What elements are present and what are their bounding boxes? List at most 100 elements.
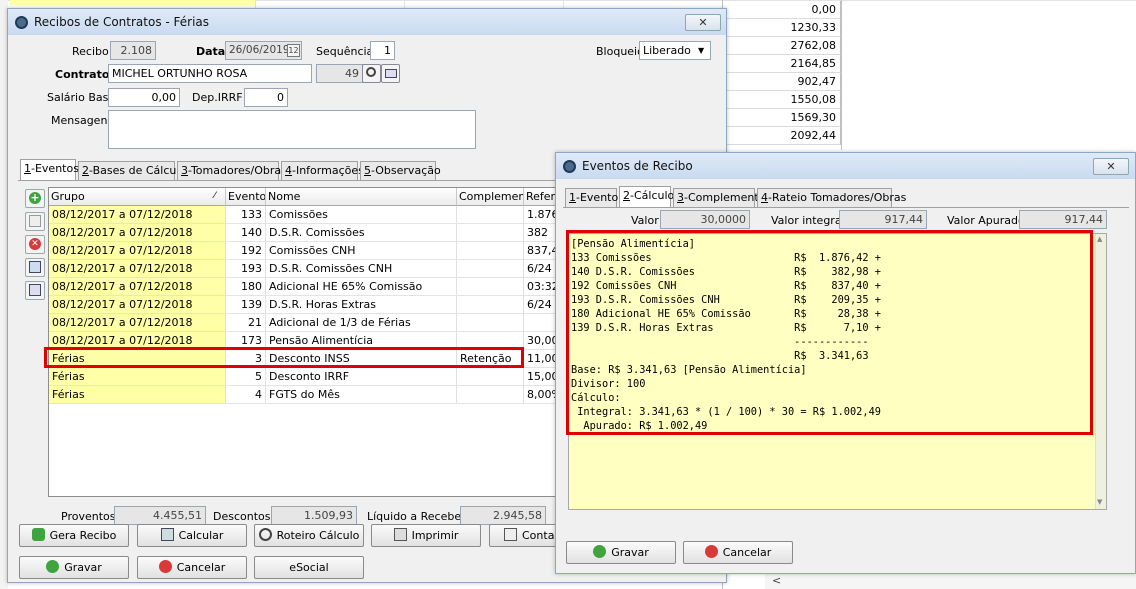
cell-complemento [457,260,524,277]
esocial-button[interactable]: eSocial [254,556,364,579]
tab-bases-calculo[interactable]: 2-Bases de Cálculo [78,161,186,181]
col-header-evento[interactable]: Evento [226,188,266,206]
scroll-down-icon[interactable]: ▼ [1097,498,1102,506]
list-icon [385,69,397,78]
cell-nome: Comissões CNH [266,242,457,259]
bloqueio-select[interactable]: Liberado ▼ [639,41,711,60]
button-label: Gera Recibo [49,529,117,542]
table-row[interactable]: 08/12/2017 a 07/12/2018 192 Comissões CNH 8… [49,242,569,260]
cell-nome: Pensão Alimentícia [266,332,457,349]
table-row[interactable]: Férias 5 Desconto IRRF 15,00 [49,368,569,386]
cancelar-button[interactable]: Cancelar [137,556,247,579]
plus-icon: + [29,191,41,204]
bg-cell: 2762,08 [723,37,841,55]
cell-complemento [457,224,524,241]
sequencia-field[interactable]: 1 [370,41,395,60]
cell-complemento [457,386,524,403]
salario-field[interactable]: 0,00 [108,88,180,107]
app-icon [563,160,576,173]
contrato-field[interactable]: MICHEL ORTUNHO ROSA [108,64,312,83]
cell-evento: 180 [226,278,266,295]
button-label: Gravar [64,561,102,574]
table-row[interactable]: 08/12/2017 a 07/12/2018 21 Adicional de 1/… [49,314,569,332]
cell-grupo: 08/12/2017 a 07/12/2018 [49,296,226,313]
contrato-label: Contrato [55,68,110,81]
tab-number: 1 [24,162,31,175]
bloqueio-label: Bloqueio [596,45,644,58]
tab-label: -Complemento [684,191,766,204]
tab-tomadores-obras[interactable]: 3-Tomadores/Obras [177,161,287,181]
delete-icon: ✕ [29,238,41,250]
tab-evento[interactable]: 1-Evento [565,188,618,208]
details-button[interactable] [381,64,400,83]
cell-grupo: 08/12/2017 a 07/12/2018 [49,242,226,259]
calculo-memo[interactable]: [Pensão Alimentícia] 133 Comissões R$ 1.… [568,233,1107,510]
chevron-down-icon: ▼ [698,46,705,55]
gera-recibo-button[interactable]: Gera Recibo [19,524,129,547]
button-label: Calcular [178,529,224,542]
scroll-up-icon[interactable]: ▲ [1097,235,1102,243]
search-icon [366,67,376,77]
dialog-title-bar: Eventos de Recibo ✕ [556,153,1135,179]
copy-event-button[interactable] [25,258,45,277]
cell-evento: 3 [226,350,266,367]
button-label: Gravar [611,546,649,559]
table-row[interactable]: 08/12/2017 a 07/12/2018 173 Pensão Aliment… [49,332,569,350]
descontos-label: Descontos [213,510,271,523]
proventos-label: Proventos [61,510,116,523]
gravar-button[interactable]: Gravar [19,556,129,579]
tab-observacao[interactable]: 5-Observação [360,161,441,181]
tab-number: 2 [623,189,630,202]
document-icon [29,284,41,296]
tab-calculo[interactable]: 2-Cálculo [619,186,674,208]
col-header-nome[interactable]: Nome [266,188,457,206]
tab-complemento[interactable]: 3-Complemento [673,188,765,208]
details-event-button[interactable] [25,281,45,300]
mensagens-label: Mensagens [51,114,114,127]
calculator-icon [160,528,174,541]
mensagens-textarea[interactable] [108,110,476,149]
recibo-field[interactable]: 2.108 [110,41,156,60]
valor-label: Valor [631,214,659,227]
tab-label: -Eventos [31,162,79,175]
bg-cell: 2164,85 [723,55,841,73]
cell-evento: 173 [226,332,266,349]
imprimir-button[interactable]: Imprimir [371,524,481,547]
table-row[interactable]: 08/12/2017 a 07/12/2018 193 D.S.R. Comissõ… [49,260,569,278]
dep-irrf-field[interactable]: 0 [244,88,288,107]
cell-evento: 139 [226,296,266,313]
bloqueio-value: Liberado [643,44,691,57]
tab-eventos[interactable]: 1-Eventos [20,159,79,181]
col-header-grupo[interactable]: Grupo ⁄ [49,188,226,206]
memo-scrollbar[interactable] [1095,234,1106,509]
roteiro-calculo-button[interactable]: Roteiro Cálculo [254,524,364,547]
cell-grupo: 08/12/2017 a 07/12/2018 [49,260,226,277]
add-event-button[interactable]: + [25,189,45,208]
table-row[interactable]: 08/12/2017 a 07/12/2018 180 Adicional HE 6… [49,278,569,296]
search-button[interactable] [362,64,381,83]
table-row[interactable]: 08/12/2017 a 07/12/2018 133 Comissões 1.876… [49,206,569,224]
close-button[interactable]: ✕ [685,14,721,31]
delete-event-button[interactable]: ✕ [25,235,45,254]
events-grid: Grupo⁄ Evento Nome Complemento Referê 08… [48,187,569,497]
tab-rateio[interactable]: 4-Rateio Tomadores/Obras [757,188,906,208]
table-row[interactable]: 08/12/2017 a 07/12/2018 139 D.S.R. Horas E… [49,296,569,314]
calendar-icon[interactable]: 12 [287,44,300,57]
cell-evento: 140 [226,224,266,241]
cell-grupo: 08/12/2017 a 07/12/2018 [49,206,226,223]
table-row[interactable]: Férias 3 Desconto INSS Retenção 11,00 [49,350,569,368]
dialog-gravar-button[interactable]: Gravar [566,541,676,564]
edit-event-button[interactable] [25,212,45,231]
dialog-cancelar-button[interactable]: Cancelar [683,541,793,564]
tab-number: 4 [761,191,768,204]
valor-field: 30,0000 [660,210,750,229]
dialog-close-button[interactable]: ✕ [1093,158,1129,175]
cell-evento: 21 [226,314,266,331]
table-row[interactable]: 08/12/2017 a 07/12/2018 140 D.S.R. Comissõ… [49,224,569,242]
calcular-button[interactable]: Calcular [137,524,247,547]
contrato-code-field[interactable]: 49 [316,64,363,83]
col-header-complemento[interactable]: Complemento [457,188,524,206]
data-field[interactable]: 26/06/2019 12 [225,41,302,60]
table-row[interactable]: Férias 4 FGTS do Mês 8,00% [49,386,569,404]
tab-informacoes[interactable]: 4-Informações [281,161,364,181]
